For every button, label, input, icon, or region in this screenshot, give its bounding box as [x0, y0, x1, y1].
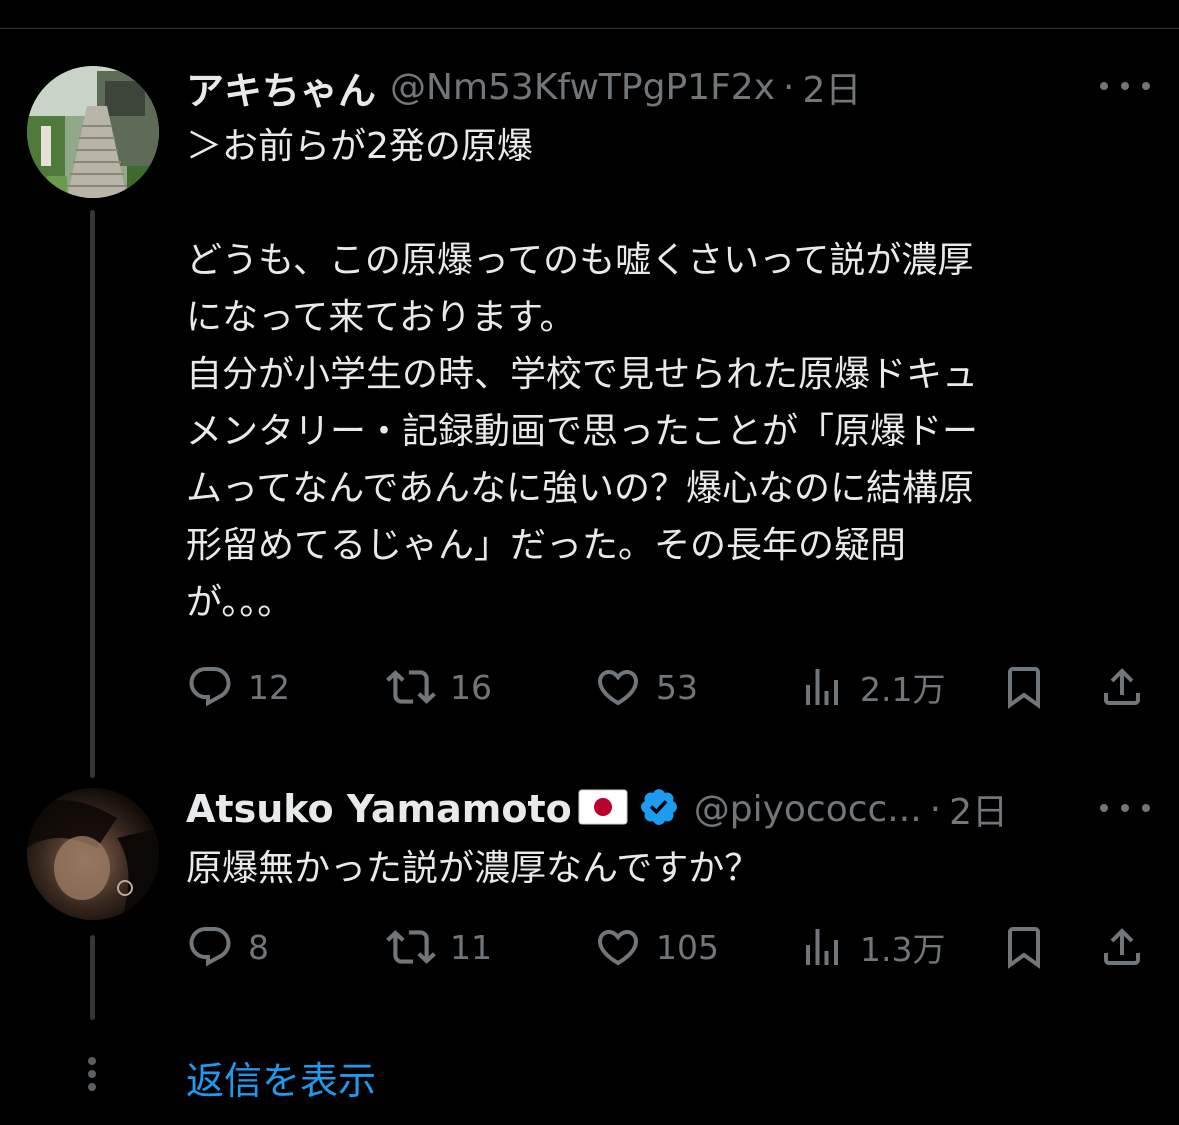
reply-count: 12 [248, 667, 290, 707]
avatar-photo [27, 788, 159, 920]
tweet-text: 原爆無かった説が濃厚なんですか？ [186, 848, 761, 889]
reply-icon [189, 667, 231, 707]
like-button[interactable]: 105 [594, 922, 719, 972]
action-bar: 8 11 105 1.3万 [186, 922, 1156, 972]
like-count: 53 [656, 667, 698, 707]
reply-button[interactable]: 8 [186, 922, 269, 972]
retweet-button[interactable]: 16 [386, 662, 492, 712]
thread-line [90, 935, 95, 1020]
view-count: 1.3万 [860, 930, 946, 969]
heart-icon [597, 670, 639, 706]
user-handle[interactable]: @Nm53KfwTPgP1F2x [390, 67, 775, 108]
share-icon [1104, 928, 1140, 965]
share-button[interactable] [1098, 922, 1146, 972]
verified-badge-icon[interactable] [638, 786, 680, 832]
retweet-button[interactable]: 11 [386, 922, 492, 972]
retweet-count: 16 [450, 667, 492, 707]
retweet-count: 11 [450, 927, 492, 967]
timestamp[interactable]: 2日 [949, 783, 1008, 835]
user-handle[interactable]: @piyococc... [694, 789, 922, 830]
more-replies-dots-icon [87, 1057, 97, 1091]
separator-dot: · [929, 788, 942, 830]
view-count: 2.1万 [860, 670, 946, 709]
avatar[interactable] [27, 788, 159, 920]
heart-icon [597, 930, 639, 966]
bookmark-button[interactable] [1000, 662, 1048, 712]
more-options-icon[interactable] [1100, 71, 1150, 101]
avatar[interactable] [27, 66, 159, 198]
like-count: 105 [656, 927, 719, 967]
retweet-icon [386, 670, 436, 704]
views-button[interactable]: 2.1万 [798, 662, 945, 712]
reply-count: 8 [248, 927, 269, 967]
display-name[interactable]: アキちゃん [186, 60, 376, 115]
display-name[interactable]: Atsuko Yamamoto [186, 787, 572, 831]
reply-button[interactable]: 12 [186, 662, 290, 712]
timestamp[interactable]: 2日 [802, 61, 861, 113]
show-replies-link[interactable]: 返信を表示 [186, 1050, 376, 1105]
share-button[interactable] [1098, 662, 1146, 712]
tweet-header: アキちゃん @Nm53KfwTPgP1F2x · 2日 [186, 60, 861, 115]
like-button[interactable]: 53 [594, 662, 698, 712]
retweet-icon [386, 930, 436, 964]
thread-line [90, 210, 95, 778]
bookmark-icon [1008, 667, 1040, 709]
bookmark-button[interactable] [1000, 922, 1048, 972]
tweet-text: ＞お前らが2発の原爆 どうも、この原爆ってのも嘘くさいって説が濃厚 になって来て… [186, 126, 979, 623]
separator-dot: · [783, 66, 795, 108]
reply-icon [189, 927, 231, 967]
share-icon [1104, 668, 1140, 705]
top-divider [0, 28, 1179, 29]
japan-flag-icon [578, 789, 628, 829]
avatar-photo [27, 66, 159, 198]
views-chart-icon [806, 929, 838, 965]
views-button[interactable]: 1.3万 [798, 922, 945, 972]
more-options-icon[interactable] [1100, 793, 1150, 823]
action-bar: 12 16 53 2.1万 [186, 662, 1156, 712]
tweet-header: Atsuko Yamamoto @piyococc... · 2日 [186, 784, 1008, 834]
views-chart-icon [806, 669, 838, 705]
bookmark-icon [1008, 927, 1040, 969]
